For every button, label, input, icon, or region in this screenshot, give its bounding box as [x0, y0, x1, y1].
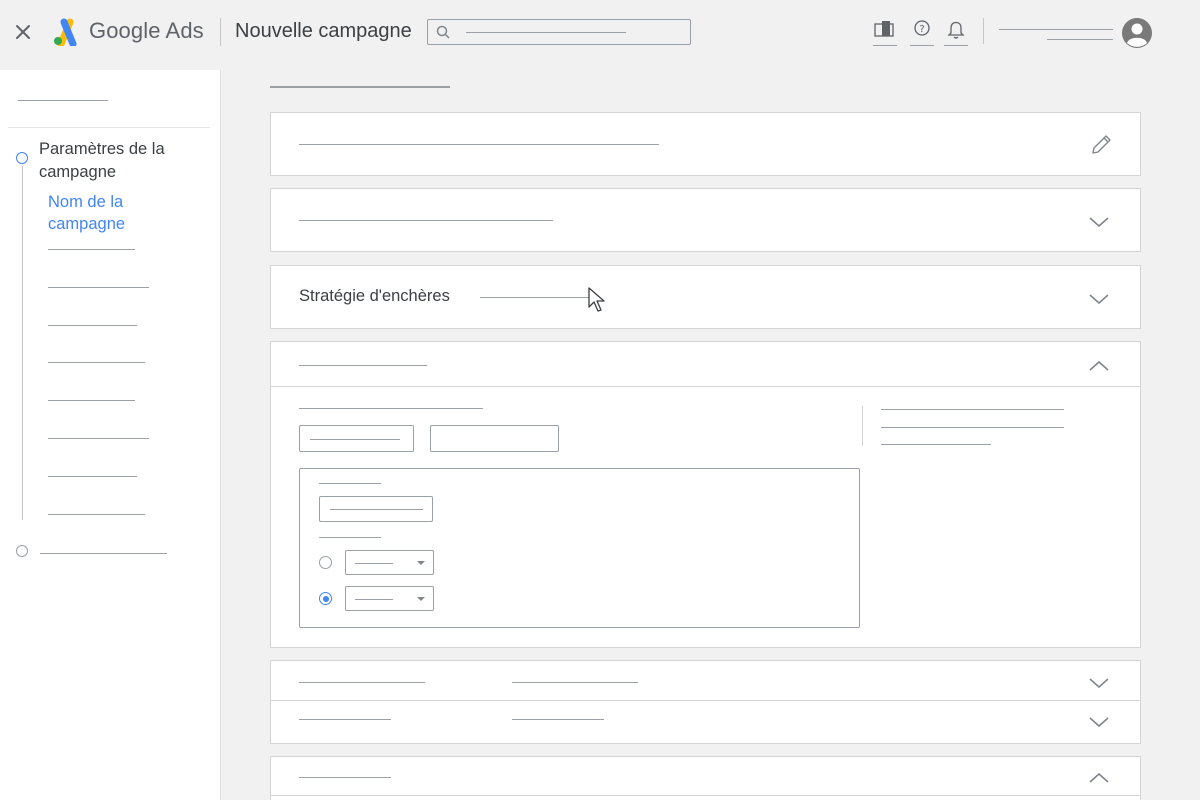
- bidding-strategy-label: Stratégie d'enchères: [299, 287, 450, 305]
- radio-option-1[interactable]: [319, 556, 332, 569]
- date-input-end[interactable]: [430, 425, 559, 452]
- select-value-line: [355, 599, 393, 600]
- top-bar: Google Ads Nouvelle campagne ?: [0, 0, 1200, 66]
- campaign-name-card[interactable]: [270, 112, 1141, 176]
- help-panel-divider: [862, 406, 863, 446]
- account-name-line: [999, 29, 1113, 30]
- product-name: Google Ads: [89, 18, 204, 43]
- row-title-line: [299, 719, 391, 720]
- search-icon: [436, 25, 450, 39]
- sidebar-subitem[interactable]: [48, 476, 137, 477]
- help-icon[interactable]: ?: [910, 18, 934, 46]
- row-summary-line: [512, 682, 638, 683]
- help-text-line: [881, 444, 991, 445]
- input-value-line: [310, 439, 400, 440]
- sidebar-subitem[interactable]: [48, 438, 149, 439]
- help-text-line: [881, 427, 1064, 428]
- chevron-down-icon[interactable]: [1088, 292, 1110, 306]
- options-panel: [299, 468, 860, 628]
- bottom-section-card: [270, 756, 1141, 800]
- chevron-down-icon[interactable]: [1088, 676, 1110, 690]
- sidebar-header-line: [18, 100, 108, 101]
- pencil-icon[interactable]: [1089, 133, 1113, 157]
- svg-text:?: ?: [919, 24, 924, 35]
- dropdown-option-2[interactable]: [345, 586, 434, 611]
- sidebar-nav: Paramètres de la campagne Nom de la camp…: [0, 70, 221, 800]
- chevron-down-icon[interactable]: [1088, 215, 1110, 229]
- google-ads-logo-icon: [52, 18, 82, 48]
- expanded-section-card: [270, 341, 1141, 648]
- search-input[interactable]: [427, 19, 691, 45]
- sidebar-divider: [8, 127, 210, 128]
- icon-underline: [910, 45, 934, 46]
- expanded-section-header[interactable]: [271, 342, 1140, 387]
- select-value-line: [355, 563, 393, 564]
- card-title-line: [299, 144, 659, 145]
- account-email-line: [1047, 39, 1113, 40]
- row-divider: [271, 700, 1140, 701]
- card-title-line: [299, 365, 427, 366]
- dropdown-arrow-icon: [417, 597, 425, 601]
- sidebar-subitem[interactable]: [48, 362, 145, 363]
- dropdown-option-1[interactable]: [345, 550, 434, 575]
- options-label-line: [319, 537, 381, 538]
- search-placeholder-line: [466, 32, 626, 33]
- step-connector-line: [22, 166, 23, 520]
- card-title-line: [299, 220, 553, 221]
- step-indicator-icon[interactable]: [16, 545, 28, 557]
- field-label-line: [299, 408, 483, 409]
- options-text-input[interactable]: [319, 496, 433, 522]
- sidebar-subitem[interactable]: [48, 514, 145, 515]
- sidebar-subitem-campaign-name[interactable]: Nom de la campagne: [48, 191, 198, 235]
- help-text-line: [881, 409, 1064, 410]
- bidding-strategy-card[interactable]: Stratégie d'enchères: [270, 265, 1141, 329]
- avatar-icon[interactable]: [1122, 18, 1152, 48]
- sidebar-step-campaign-settings[interactable]: Paramètres de la campagne: [39, 138, 209, 184]
- reports-icon[interactable]: [873, 18, 897, 46]
- header-divider-right: [983, 18, 984, 44]
- options-label-line: [319, 483, 381, 484]
- input-value-line: [330, 509, 423, 510]
- notifications-icon[interactable]: [944, 18, 968, 46]
- collapsed-sections-card: [270, 660, 1141, 744]
- chevron-down-icon[interactable]: [1088, 715, 1110, 729]
- close-icon[interactable]: [13, 22, 33, 42]
- chevron-up-icon[interactable]: [1088, 771, 1110, 785]
- chevron-up-icon[interactable]: [1088, 359, 1110, 373]
- page-title: Nouvelle campagne: [235, 20, 412, 42]
- step-indicator-active-icon[interactable]: [16, 152, 28, 164]
- header-divider: [220, 18, 221, 46]
- main-section-title-line: [270, 86, 450, 88]
- settings-section-card[interactable]: [270, 188, 1141, 252]
- icon-underline: [944, 45, 968, 46]
- bidding-summary-line: [480, 297, 595, 298]
- row-title-line: [299, 682, 425, 683]
- card-title-line: [299, 777, 391, 778]
- sidebar-subitem[interactable]: [48, 249, 135, 250]
- row-summary-line: [512, 719, 604, 720]
- date-input-start[interactable]: [299, 425, 414, 452]
- row-divider: [271, 795, 1140, 796]
- sidebar-step-2[interactable]: [40, 553, 167, 554]
- sidebar-subitem[interactable]: [48, 400, 135, 401]
- icon-underline: [873, 45, 897, 46]
- sidebar-subitem[interactable]: [48, 287, 149, 288]
- sidebar-subitem[interactable]: [48, 325, 137, 326]
- radio-option-2[interactable]: [319, 592, 332, 605]
- dropdown-arrow-icon: [417, 561, 425, 565]
